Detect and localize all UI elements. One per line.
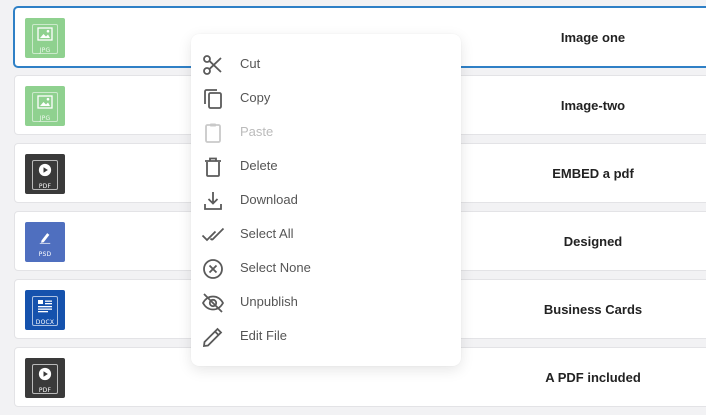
image-icon (37, 27, 53, 41)
menu-item-label: Select All (240, 225, 294, 241)
file-thumbnail: JPG (25, 18, 65, 58)
menu-item-label: Delete (240, 157, 278, 173)
play-icon (38, 367, 52, 381)
trash-icon (201, 155, 225, 179)
play-icon (38, 163, 52, 177)
document-icon (37, 299, 53, 313)
clipboard-icon (201, 121, 225, 145)
file-title: Image-two (560, 97, 626, 113)
file-title: Designed (563, 233, 623, 249)
scissors-icon (201, 53, 225, 77)
menu-item-label: Edit File (240, 327, 287, 343)
file-extension-label: PDF (38, 387, 52, 394)
file-title: EMBED a pdf (552, 165, 634, 181)
eye-off-icon (201, 291, 225, 315)
download-icon (201, 189, 225, 213)
file-title: Business Cards (543, 301, 643, 317)
copy-icon (201, 87, 225, 111)
menu-item-copy[interactable]: Copy (191, 80, 461, 114)
file-thumbnail: JPG (25, 86, 65, 126)
file-extension-label: DOCX (35, 319, 55, 326)
pen-nib-icon (38, 230, 52, 246)
circle-x-icon (201, 257, 225, 281)
double-check-icon (201, 223, 225, 247)
menu-item-download[interactable]: Download (191, 182, 461, 216)
menu-item-delete[interactable]: Delete (191, 148, 461, 182)
menu-item-label: Download (240, 191, 298, 207)
file-title: Image one (560, 29, 626, 45)
file-title: A PDF included (545, 369, 641, 385)
menu-item-unpublish[interactable]: Unpublish (191, 284, 461, 318)
file-extension-label: PSD (38, 251, 52, 258)
file-thumbnail: DOCX (25, 290, 65, 330)
pencil-icon (201, 325, 225, 349)
menu-item-select-none[interactable]: Select None (191, 250, 461, 284)
file-extension-label: JPG (39, 115, 51, 122)
menu-item-edit-file[interactable]: Edit File (191, 318, 461, 352)
file-thumbnail: PSD (25, 222, 65, 262)
menu-item-cut[interactable]: Cut (191, 46, 461, 80)
menu-item-paste[interactable]: Paste (191, 114, 461, 148)
menu-item-label: Copy (240, 89, 271, 105)
context-menu: Cut Copy Paste Delete Download Select Al… (191, 34, 461, 366)
file-thumbnail: PDF (25, 154, 65, 194)
menu-item-label: Select None (240, 259, 311, 275)
menu-item-select-all[interactable]: Select All (191, 216, 461, 250)
menu-item-label: Cut (240, 55, 261, 71)
file-extension-label: JPG (39, 47, 51, 54)
file-extension-label: PDF (38, 183, 52, 190)
menu-item-label: Unpublish (240, 293, 298, 309)
image-icon (37, 95, 53, 109)
menu-item-label: Paste (240, 123, 274, 139)
file-thumbnail: PDF (25, 358, 65, 398)
